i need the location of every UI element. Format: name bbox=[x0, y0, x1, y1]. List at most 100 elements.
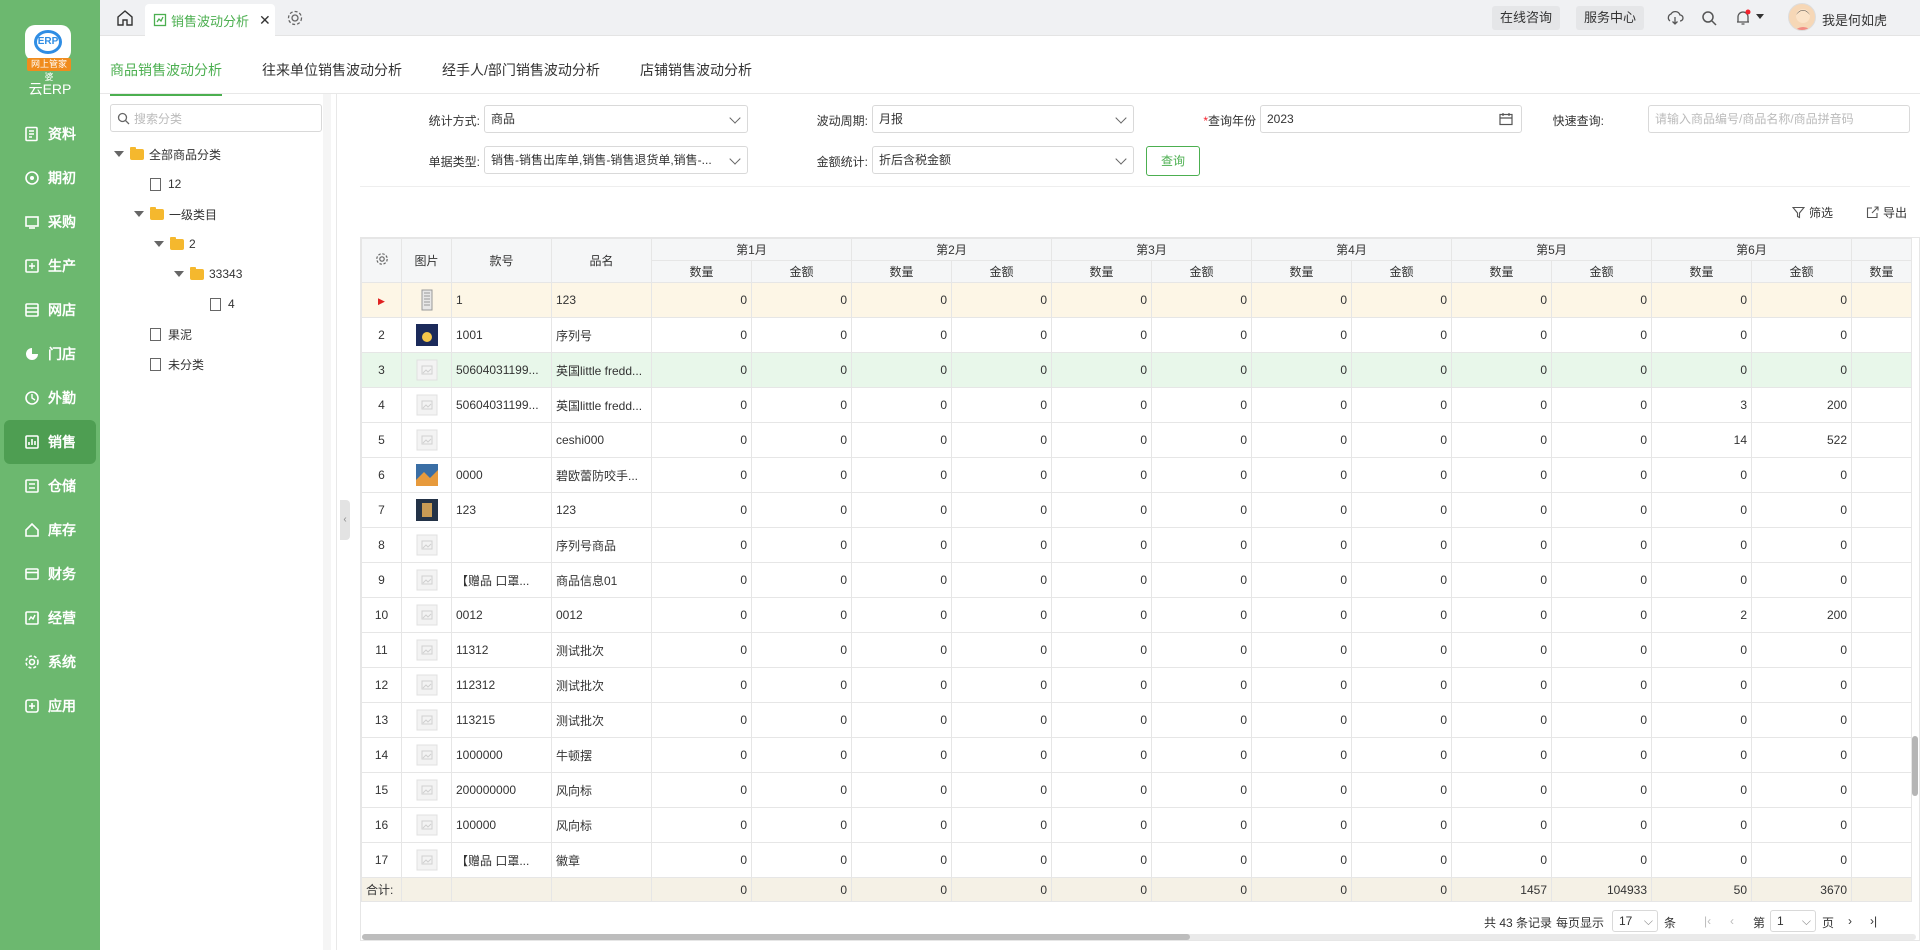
filter-button[interactable]: 筛选 bbox=[1792, 204, 1833, 221]
subtab-product[interactable]: 商品销售波动分析 bbox=[110, 60, 222, 96]
col-header-name[interactable]: 品名 bbox=[551, 238, 652, 283]
table-row[interactable]: 17 【赠品 口罩... 徽章 0 0 0 0 0 0 0 0 0 0 0 0 bbox=[361, 842, 1912, 878]
first-page-icon[interactable]: |‹ bbox=[1704, 914, 1711, 928]
product-image-cell[interactable] bbox=[401, 317, 452, 353]
product-image-cell[interactable] bbox=[401, 597, 452, 633]
product-image-cell[interactable] bbox=[401, 562, 452, 598]
col-header-month[interactable]: 第6月 bbox=[1651, 238, 1852, 261]
table-row[interactable]: 11 11312 测试批次 0 0 0 0 0 0 0 0 0 0 0 0 bbox=[361, 632, 1912, 668]
tree-node[interactable]: 2 bbox=[154, 234, 196, 254]
nav-item-system[interactable]: 系统 bbox=[0, 640, 100, 684]
nav-item-data[interactable]: 资料 bbox=[0, 112, 100, 156]
table-row[interactable]: 16 100000 风向标 0 0 0 0 0 0 0 0 0 0 0 0 bbox=[361, 807, 1912, 843]
bell-icon[interactable] bbox=[1734, 9, 1752, 27]
col-header-amt[interactable]: 金额 bbox=[951, 260, 1052, 283]
online-consult-button[interactable]: 在线咨询 bbox=[1492, 6, 1561, 30]
nav-item-finance[interactable]: 财务 bbox=[0, 552, 100, 596]
page-input[interactable]: 1 ⌵ bbox=[1770, 910, 1816, 932]
product-image-cell[interactable] bbox=[401, 737, 452, 773]
caret-down-icon[interactable] bbox=[174, 271, 184, 277]
table-row[interactable]: 10 0012 0012 0 0 0 0 0 0 0 0 0 0 2 200 bbox=[361, 597, 1912, 633]
table-row[interactable]: 6 0000 碧欧蕾防咬手... 0 0 0 0 0 0 0 0 0 0 0 0 bbox=[361, 457, 1912, 493]
nav-item-warehouse[interactable]: 仓储 bbox=[0, 464, 100, 508]
table-row[interactable]: 3 50604031199... 英国little fredd... 0 0 0 0 0 0 0 0… bbox=[361, 352, 1912, 388]
per-page-select[interactable]: 17 ⌵ bbox=[1612, 910, 1658, 932]
username[interactable]: 我是何如虎 bbox=[1822, 10, 1887, 29]
tree-node[interactable]: 12 bbox=[150, 174, 181, 194]
product-image-cell[interactable] bbox=[401, 632, 452, 668]
table-row[interactable]: 4 50604031199... 英国little fredd... 0 0 0 0 0 0 0 0… bbox=[361, 387, 1912, 423]
col-header-month[interactable]: 第3月 bbox=[1051, 238, 1252, 261]
product-image-cell[interactable] bbox=[401, 842, 452, 878]
nav-item-inventory[interactable]: 库存 bbox=[0, 508, 100, 552]
product-image-cell[interactable] bbox=[401, 807, 452, 843]
caret-down-icon[interactable] bbox=[114, 151, 124, 157]
col-header-amt[interactable]: 金额 bbox=[1351, 260, 1452, 283]
col-header-pic[interactable]: 图片 bbox=[401, 238, 452, 283]
nav-item-online-store[interactable]: 网店 bbox=[0, 288, 100, 332]
product-image-cell[interactable] bbox=[401, 352, 452, 388]
prev-page-icon[interactable]: ‹ bbox=[1730, 914, 1734, 928]
product-image-cell[interactable] bbox=[401, 457, 452, 493]
service-center-button[interactable]: 服务中心 bbox=[1576, 6, 1645, 30]
nav-item-apps[interactable]: 应用 bbox=[0, 684, 100, 728]
col-header-qty[interactable]: 数量 bbox=[1651, 260, 1752, 283]
subtab-partner[interactable]: 往来单位销售波动分析 bbox=[262, 60, 402, 80]
nav-item-initial[interactable]: 期初 bbox=[0, 156, 100, 200]
table-row[interactable]: 7 123 123 0 0 0 0 0 0 0 0 0 0 0 0 bbox=[361, 492, 1912, 528]
quick-search-input[interactable]: 请输入商品编号/商品名称/商品拼音码 bbox=[1648, 105, 1910, 133]
col-header-amt[interactable]: 金额 bbox=[1751, 260, 1852, 283]
tree-scrollbar[interactable] bbox=[323, 94, 331, 950]
col-header-code[interactable]: 款号 bbox=[451, 238, 552, 283]
subtab-shop[interactable]: 店铺销售波动分析 bbox=[640, 60, 752, 80]
vertical-scroll-thumb[interactable] bbox=[1912, 736, 1918, 796]
tree-node[interactable]: 未分类 bbox=[150, 354, 204, 374]
export-button[interactable]: 导出 bbox=[1866, 204, 1907, 221]
col-header-qty[interactable]: 数量 bbox=[1251, 260, 1352, 283]
table-row[interactable]: 12 112312 测试批次 0 0 0 0 0 0 0 0 0 0 0 0 bbox=[361, 667, 1912, 703]
col-header-amt[interactable]: 金额 bbox=[1551, 260, 1652, 283]
col-header-qty[interactable]: 数量 bbox=[1051, 260, 1152, 283]
product-image-cell[interactable] bbox=[401, 772, 452, 808]
product-image-cell[interactable] bbox=[401, 422, 452, 458]
product-image-cell[interactable] bbox=[401, 527, 452, 563]
table-row[interactable]: 14 1000000 牛顿摆 0 0 0 0 0 0 0 0 0 0 0 0 bbox=[361, 737, 1912, 773]
amount-select[interactable]: 折后含税金额 bbox=[872, 146, 1134, 174]
table-row[interactable]: 15 200000000 风向标 0 0 0 0 0 0 0 0 0 0 0 0 bbox=[361, 772, 1912, 808]
product-image-cell[interactable] bbox=[401, 667, 452, 703]
nav-item-operation[interactable]: 经营 bbox=[0, 596, 100, 640]
gear-icon[interactable] bbox=[375, 252, 389, 266]
col-header-amt[interactable]: 金额 bbox=[751, 260, 852, 283]
nav-item-sales[interactable]: 销售 bbox=[4, 420, 96, 464]
col-header-amt[interactable]: 金额 bbox=[1151, 260, 1252, 283]
avatar[interactable] bbox=[1788, 3, 1816, 31]
chevron-down-icon[interactable] bbox=[1756, 14, 1764, 20]
table-row[interactable]: 2 1001 序列号 0 0 0 0 0 0 0 0 0 0 0 0 bbox=[361, 317, 1912, 353]
last-page-icon[interactable]: ›| bbox=[1870, 914, 1877, 928]
tree-node[interactable]: 果泥 bbox=[150, 324, 192, 344]
product-image-cell[interactable] bbox=[401, 702, 452, 738]
col-header-qty[interactable]: 数量 bbox=[651, 260, 752, 283]
nav-item-field[interactable]: 外勤 bbox=[0, 376, 100, 420]
table-row[interactable]: 13 113215 测试批次 0 0 0 0 0 0 0 0 0 0 0 0 bbox=[361, 702, 1912, 738]
nav-item-store[interactable]: 门店 bbox=[0, 332, 100, 376]
stat-mode-select[interactable]: 商品 bbox=[484, 105, 748, 133]
caret-down-icon[interactable] bbox=[154, 241, 164, 247]
gear-icon[interactable] bbox=[286, 9, 304, 27]
period-select[interactable]: 月报 bbox=[872, 105, 1134, 133]
tree-node[interactable]: 33343 bbox=[174, 264, 242, 284]
table-row[interactable]: 9 【赠品 口罩... 商品信息01 0 0 0 0 0 0 0 0 0 0 0 0 bbox=[361, 562, 1912, 598]
col-header-qty[interactable]: 数量 bbox=[1451, 260, 1552, 283]
tree-search-input[interactable]: 搜索分类 bbox=[110, 104, 322, 132]
nav-item-production[interactable]: 生产 bbox=[0, 244, 100, 288]
caret-down-icon[interactable] bbox=[134, 211, 144, 217]
subtab-handler-dept[interactable]: 经手人/部门销售波动分析 bbox=[442, 60, 600, 80]
query-button[interactable]: 查询 bbox=[1146, 146, 1200, 176]
nav-item-purchase[interactable]: 采购 bbox=[0, 200, 100, 244]
cloud-download-icon[interactable] bbox=[1666, 9, 1684, 27]
home-icon[interactable] bbox=[116, 9, 134, 27]
col-header-month[interactable]: 第2月 bbox=[851, 238, 1052, 261]
table-row[interactable]: ▶ 1 123 0 0 0 0 0 0 0 0 0 0 0 0 bbox=[361, 282, 1912, 318]
horizontal-scroll-thumb[interactable] bbox=[362, 934, 1190, 940]
product-image-cell[interactable] bbox=[401, 282, 452, 318]
